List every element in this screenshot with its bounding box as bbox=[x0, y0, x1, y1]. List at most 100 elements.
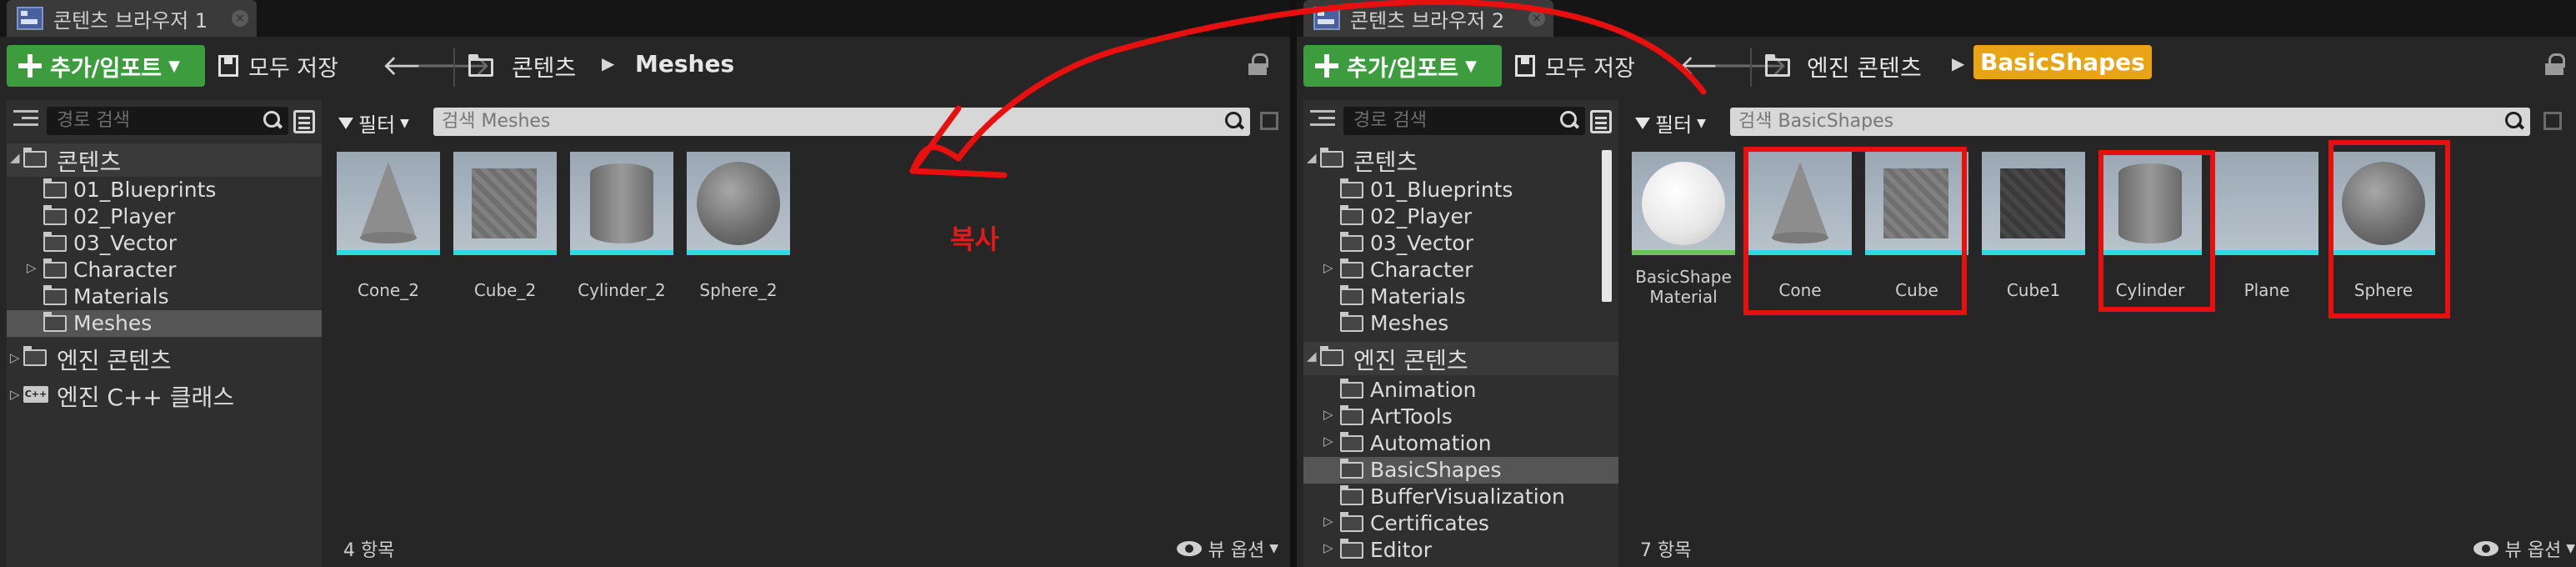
tree-item[interactable]: 01_Blueprints bbox=[7, 177, 322, 203]
tree-item[interactable]: ▷ Character bbox=[7, 257, 322, 284]
collapse-arrow-icon[interactable]: ◢ bbox=[10, 150, 20, 165]
breadcrumb-arrow-icon[interactable]: ▶ bbox=[1952, 53, 1964, 73]
tab-strip: 콘텐츠 브라우저 1 × bbox=[0, 0, 1295, 37]
expand-arrow-icon[interactable]: ▷ bbox=[10, 350, 20, 365]
tree-item[interactable]: 02_Player bbox=[1303, 203, 1618, 230]
tree-item[interactable]: ▷ Character bbox=[1303, 257, 1618, 284]
tree-item-label: ArtTools bbox=[1370, 404, 1453, 429]
add-import-button[interactable]: 추가/임포트 ▼ bbox=[7, 45, 205, 87]
eye-icon bbox=[2473, 541, 2498, 556]
filter-button[interactable]: 필터 ▼ bbox=[338, 108, 409, 138]
asset-tile[interactable]: BasicShape Material bbox=[1632, 152, 1735, 307]
expand-arrow-icon[interactable]: ▷ bbox=[1323, 540, 1333, 555]
save-search-icon[interactable] bbox=[1260, 112, 1278, 130]
tree-item[interactable]: Animation bbox=[1303, 377, 1618, 404]
copy-annotation-label: 복사 bbox=[950, 223, 999, 255]
tree-item[interactable]: BufferVisualization bbox=[1303, 484, 1618, 510]
tree-item[interactable]: ▷ Editor bbox=[1303, 537, 1618, 564]
asset-tile[interactable]: Cube1 bbox=[1982, 152, 2085, 300]
expand-arrow-icon[interactable]: ▷ bbox=[1323, 407, 1333, 422]
tree-item[interactable]: Meshes bbox=[1303, 310, 1618, 337]
asset-search-input[interactable]: 검색 BasicShapes bbox=[1730, 108, 2530, 136]
asset-tile[interactable]: Plane bbox=[2215, 152, 2318, 300]
view-options-button[interactable]: 뷰 옵션 ▼ bbox=[1176, 535, 1278, 562]
view-options-button[interactable]: 뷰 옵션 ▼ bbox=[2473, 535, 2575, 562]
tree-item-engine-cpp[interactable]: ▷ C++ 엔진 C++ 클래스 bbox=[7, 379, 322, 412]
asset-search-input[interactable]: 검색 Meshes bbox=[433, 108, 1250, 136]
tree-item[interactable]: 03_Vector bbox=[1303, 230, 1618, 257]
tree-item[interactable]: 03_Vector bbox=[7, 230, 322, 257]
asset-search-placeholder: 검색 BasicShapes bbox=[1738, 111, 1894, 132]
breadcrumb-current[interactable]: BasicShapes bbox=[1973, 45, 2152, 79]
folder-icon bbox=[43, 205, 67, 225]
lock-icon[interactable] bbox=[1248, 53, 1268, 75]
expand-arrow-icon[interactable]: ▷ bbox=[10, 387, 20, 402]
list-view-icon[interactable] bbox=[1590, 110, 1612, 133]
sources-toggle-icon[interactable] bbox=[13, 110, 38, 132]
tree-scrollbar[interactable] bbox=[1602, 150, 1612, 302]
folder-icon bbox=[1340, 432, 1363, 452]
tree-item[interactable]: ▷ Certificates bbox=[1303, 510, 1618, 537]
tree-item[interactable]: Materials bbox=[7, 284, 322, 310]
save-icon bbox=[1515, 55, 1535, 77]
expand-arrow-icon[interactable]: ▷ bbox=[27, 260, 37, 275]
asset-tile[interactable]: Sphere_2 bbox=[687, 152, 790, 300]
view-options-label: 뷰 옵션 bbox=[1208, 540, 1265, 561]
tree-item-content[interactable]: ◢ 콘텐츠 bbox=[7, 143, 322, 177]
save-all-button[interactable]: 모두 저장 bbox=[218, 45, 338, 87]
tree-item-content[interactable]: ◢ 콘텐츠 bbox=[1303, 143, 1618, 177]
tree-item[interactable]: 01_Blueprints bbox=[1303, 177, 1618, 203]
tree-item-selected[interactable]: BasicShapes bbox=[1303, 457, 1618, 484]
asset-tile[interactable]: Cylinder_2 bbox=[570, 152, 673, 300]
tree-item-selected[interactable]: Meshes bbox=[7, 310, 322, 337]
list-view-icon[interactable] bbox=[293, 110, 315, 133]
tab-content-browser-2[interactable]: 콘텐츠 브라우저 2 × bbox=[1303, 0, 1553, 37]
collapse-arrow-icon[interactable]: ◢ bbox=[1307, 349, 1317, 364]
breadcrumb-current[interactable]: Meshes bbox=[635, 50, 734, 78]
expand-arrow-icon[interactable]: ▷ bbox=[1323, 434, 1333, 449]
eye-icon bbox=[1176, 541, 1202, 556]
breadcrumb-item[interactable]: 엔진 콘텐츠 bbox=[1807, 50, 1922, 83]
tree-item-label: Character bbox=[1370, 258, 1473, 282]
asset-label: Cube1 bbox=[2006, 280, 2061, 300]
material-sphere-icon bbox=[1642, 162, 1725, 245]
close-icon[interactable]: × bbox=[232, 10, 248, 27]
tree-item-label: 엔진 콘텐츠 bbox=[57, 347, 172, 374]
expand-arrow-icon[interactable]: ▷ bbox=[1323, 260, 1333, 275]
asset-tile[interactable]: Cube_2 bbox=[453, 152, 557, 300]
save-all-button[interactable]: 모두 저장 bbox=[1515, 45, 1635, 87]
path-search-input[interactable]: 경로 검색 bbox=[1343, 107, 1585, 135]
folder-icon bbox=[43, 285, 67, 305]
tree-item-label: Certificates bbox=[1370, 511, 1489, 535]
folder-icon bbox=[1340, 485, 1363, 505]
filter-button[interactable]: 필터 ▼ bbox=[1635, 108, 1706, 138]
asset-thumbnail bbox=[453, 152, 557, 255]
breadcrumb-item[interactable]: 콘텐츠 bbox=[512, 50, 576, 83]
sources-toggle-icon[interactable] bbox=[1310, 110, 1335, 132]
tree-item[interactable]: 02_Player bbox=[7, 203, 322, 230]
tree-header: 경로 검색 bbox=[1303, 100, 1618, 142]
item-count: 7 항목 bbox=[1640, 540, 1692, 561]
folder-icon bbox=[23, 148, 47, 168]
lock-icon[interactable] bbox=[2545, 53, 2565, 75]
funnel-icon bbox=[1635, 117, 1650, 129]
toolbar: 추가/임포트 ▼ 모두 저장 🡐 🡒 콘텐츠 ▶ Meshes bbox=[0, 37, 1295, 97]
tree-item[interactable]: Materials bbox=[1303, 284, 1618, 310]
folder-icon bbox=[1340, 258, 1363, 278]
collapse-arrow-icon[interactable]: ◢ bbox=[1307, 150, 1317, 165]
add-import-button[interactable]: 추가/임포트 ▼ bbox=[1303, 45, 1502, 87]
save-search-icon[interactable] bbox=[2543, 112, 2562, 130]
tree-item[interactable]: ▷ ArtTools bbox=[1303, 404, 1618, 430]
tab-content-browser-1[interactable]: 콘텐츠 브라우저 1 × bbox=[7, 0, 257, 37]
sources-panel: 경로 검색 ◢ 콘텐츠 01_Blueprints 02_Player 03_V… bbox=[1303, 100, 1618, 567]
chevron-down-icon: ▼ bbox=[2566, 542, 2575, 555]
tree-item-engine-content[interactable]: ◢ 엔진 콘텐츠 bbox=[1303, 342, 1618, 375]
path-search-input[interactable]: 경로 검색 bbox=[47, 107, 288, 135]
breadcrumb-arrow-icon[interactable]: ▶ bbox=[602, 53, 614, 73]
asset-tile[interactable]: Cone_2 bbox=[337, 152, 440, 300]
expand-arrow-icon[interactable]: ▷ bbox=[1323, 514, 1333, 529]
close-icon[interactable]: × bbox=[1528, 10, 1545, 27]
tree-item-engine-content[interactable]: ▷ 엔진 콘텐츠 bbox=[7, 342, 322, 375]
asset-thumbnail bbox=[570, 152, 673, 255]
tree-item[interactable]: ▷ Automation bbox=[1303, 430, 1618, 457]
